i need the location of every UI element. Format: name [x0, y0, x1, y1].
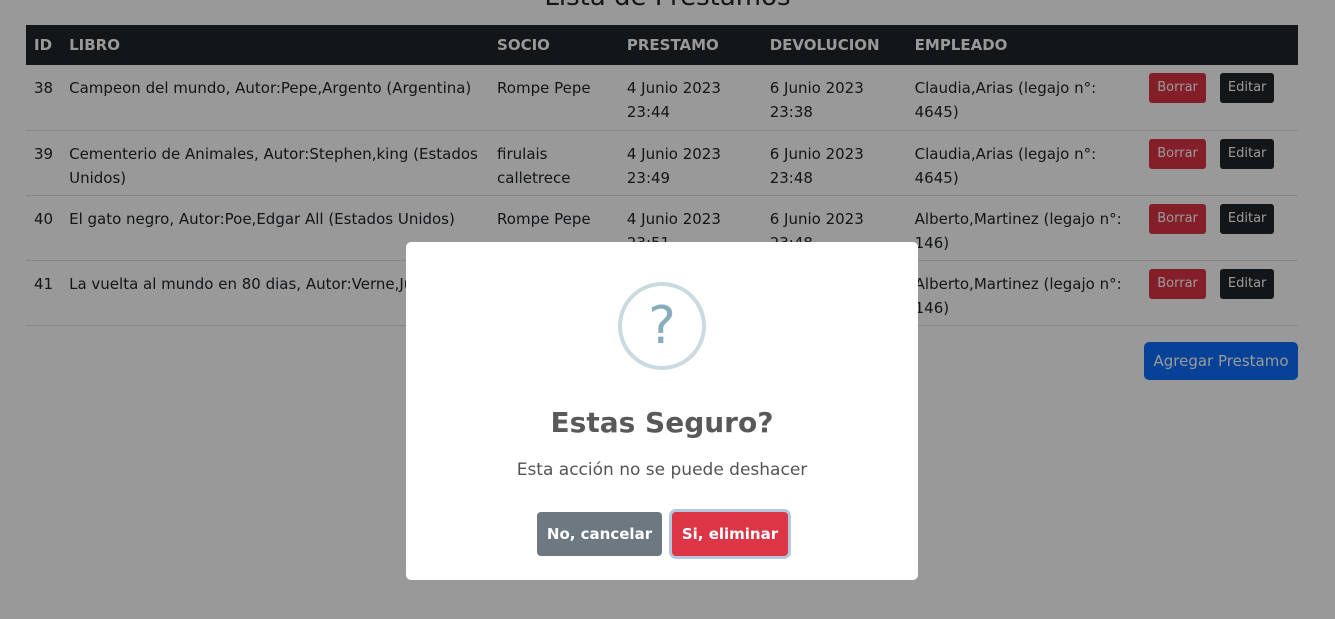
page: Lista de Prestamos ID LIBRO SOCIO PRESTA… — [0, 0, 1335, 619]
cancel-button[interactable]: No, cancelar — [537, 512, 662, 556]
confirm-delete-button[interactable]: Si, eliminar — [672, 512, 788, 556]
question-icon: ? — [618, 282, 706, 370]
dialog-title: Estas Seguro? — [550, 406, 774, 439]
confirm-dialog: ? Estas Seguro? Esta acción no se puede … — [406, 242, 918, 580]
dialog-text: Esta acción no se puede deshacer — [516, 460, 808, 480]
